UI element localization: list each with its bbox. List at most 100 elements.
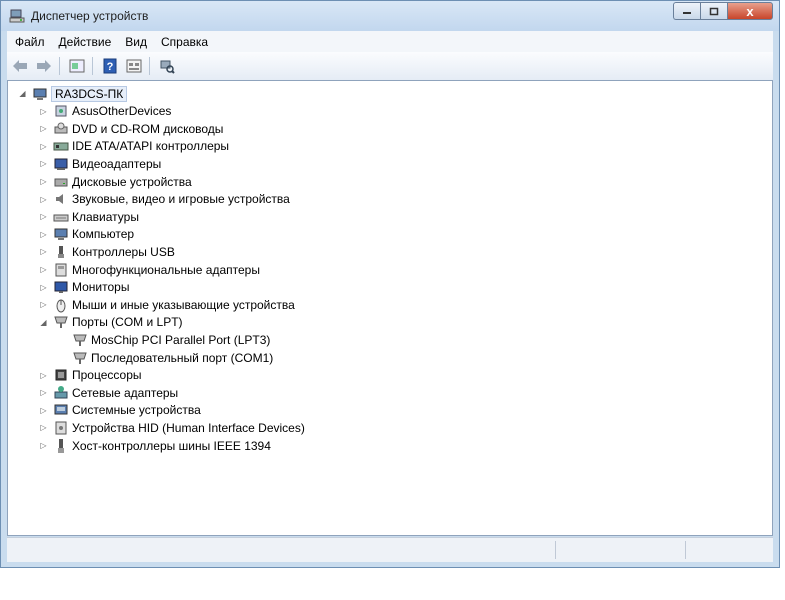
tree-node[interactable]: ▷ Звуковые, видео и игровые устройства (39, 191, 290, 208)
menu-help[interactable]: Справка (155, 35, 214, 49)
keyboard-icon (53, 209, 69, 225)
expand-arrow-icon[interactable]: ▷ (39, 107, 48, 116)
tree-node-label: Звуковые, видео и игровые устройства (72, 192, 290, 207)
tree-node[interactable]: ▷ Многофункциональные адаптеры (39, 261, 260, 278)
back-button[interactable] (9, 55, 31, 77)
tree-node-label: RA3DCS-ПК (51, 85, 128, 102)
network-adapter-icon (53, 385, 69, 401)
ide-controller-icon (53, 138, 69, 154)
ieee1394-icon (53, 438, 69, 454)
expand-arrow-icon[interactable]: ▷ (39, 230, 48, 239)
tree-child-node[interactable]: Последовательный порт (COM1) (58, 349, 273, 366)
tree-node[interactable]: ▷ DVD и CD-ROM дисководы (39, 120, 223, 137)
tree-node[interactable]: ▷ Компьютер (39, 226, 134, 243)
collapse-arrow-icon[interactable]: ◢ (18, 89, 27, 98)
port-icon (72, 332, 88, 348)
minimize-icon (683, 12, 691, 14)
tree-node[interactable]: ▷ Дисковые устройства (39, 173, 192, 190)
tree-node[interactable]: ▷ Системные устройства (39, 402, 201, 419)
computer-icon (53, 226, 69, 242)
tree-node[interactable]: ▷ Контроллеры USB (39, 243, 174, 260)
tree-node[interactable]: ▷ Хост-контроллеры шины IEEE 1394 (39, 437, 271, 454)
status-divider (685, 541, 686, 559)
menu-bar: Файл Действие Вид Справка (7, 31, 773, 52)
tree-node-label: Системные устройства (72, 403, 201, 418)
maximize-button[interactable] (700, 2, 727, 20)
expand-arrow-icon[interactable]: ▷ (39, 423, 48, 432)
processor-icon (53, 367, 69, 383)
tree-node-label: Хост-контроллеры шины IEEE 1394 (72, 438, 271, 453)
tree-node-label: Устройства HID (Human Interface Devices) (72, 420, 305, 435)
tree-node[interactable]: ◢ Порты (COM и LPT) (39, 314, 183, 331)
computer-icon (32, 86, 48, 102)
tree-node-label: Компьютер (72, 227, 135, 242)
tree-node[interactable]: ▷ Устройства HID (Human Interface Devices… (39, 419, 305, 436)
toolbar-separator (59, 57, 60, 75)
tree-node-label: Дисковые устройства (72, 174, 192, 189)
toolbar-separator (149, 57, 150, 75)
close-button[interactable]: x (727, 2, 773, 20)
device-icon (53, 103, 69, 119)
tree-node[interactable]: ▷ Клавиатуры (39, 208, 139, 225)
tree-node[interactable]: ▷ IDE ATA/ATAPI контроллеры (39, 138, 229, 155)
tree-node[interactable]: ▷ Мониторы (39, 279, 129, 296)
back-icon (13, 60, 27, 72)
expand-arrow-icon[interactable]: ▷ (39, 142, 48, 151)
tree-root-computer[interactable]: ◢ RA3DCS-ПК (18, 85, 128, 102)
expand-arrow-icon[interactable]: ▷ (39, 441, 48, 450)
view-icon (126, 59, 142, 73)
help-icon: ? (103, 58, 117, 74)
tree-node-label: Клавиатуры (72, 209, 139, 224)
properties-button[interactable] (66, 55, 88, 77)
properties-icon (69, 59, 85, 73)
minimize-button[interactable] (673, 2, 700, 20)
scan-hardware-icon (160, 60, 175, 74)
view-button[interactable] (123, 55, 145, 77)
expand-arrow-icon[interactable]: ▷ (39, 388, 48, 397)
forward-button[interactable] (33, 55, 55, 77)
title-bar[interactable]: Диспетчер устройств x (1, 1, 779, 31)
expand-arrow-icon[interactable]: ▷ (39, 283, 48, 292)
tree-node[interactable]: ▷ Видеоадаптеры (39, 155, 161, 172)
tree-node[interactable]: ▷ Процессоры (39, 367, 142, 384)
expand-arrow-icon[interactable]: ▷ (39, 300, 48, 309)
device-manager-window: Диспетчер устройств x Файл Действие Вид … (0, 0, 780, 568)
svg-text:?: ? (107, 61, 114, 73)
expand-arrow-icon[interactable]: ▷ (39, 406, 48, 415)
menu-file[interactable]: Файл (9, 35, 51, 49)
tree-node-label: IDE ATA/ATAPI контроллеры (72, 139, 230, 154)
expand-arrow-icon[interactable]: ▷ (39, 195, 48, 204)
expand-arrow-icon[interactable]: ▷ (39, 371, 48, 380)
expand-arrow-icon[interactable]: ▷ (39, 159, 48, 168)
tree-node-label: DVD и CD-ROM дисководы (72, 121, 224, 136)
multifunction-adapter-icon (53, 262, 69, 278)
tree-node-label: Сетевые адаптеры (72, 385, 179, 400)
expand-arrow-icon[interactable]: ▷ (39, 124, 48, 133)
scan-hardware-button[interactable] (156, 55, 178, 77)
tree-node-label: Порты (COM и LPT) (72, 315, 183, 330)
expand-arrow-icon[interactable]: ▷ (39, 177, 48, 186)
tree-node-label: Мыши и иные указывающие устройства (72, 297, 295, 312)
tree-node[interactable]: ▷ Сетевые адаптеры (39, 384, 178, 401)
device-manager-app-icon (9, 8, 25, 24)
collapse-arrow-icon[interactable]: ◢ (39, 318, 48, 327)
display-adapter-icon (53, 156, 69, 172)
tree-node-label: AsusOtherDevices (72, 104, 172, 119)
window-controls: x (673, 2, 773, 22)
tree-node-label: Видеоадаптеры (72, 156, 162, 171)
tree-child-node[interactable]: MosChip PCI Parallel Port (LPT3) (58, 331, 270, 348)
tree-node[interactable]: ▷ Мыши и иные указывающие устройства (39, 296, 295, 313)
expand-arrow-icon[interactable]: ▷ (39, 212, 48, 221)
port-icon (72, 350, 88, 366)
status-divider (555, 541, 556, 559)
device-tree[interactable]: ◢ RA3DCS-ПК ▷ AsusOtherDevices ▷ DVD и CD-ROM… (7, 80, 773, 536)
tree-node-label: Процессоры (72, 368, 142, 383)
tree-node[interactable]: ▷ AsusOtherDevices (39, 103, 171, 120)
expand-arrow-icon[interactable]: ▷ (39, 247, 48, 256)
expand-arrow-icon[interactable]: ▷ (39, 265, 48, 274)
tree-node-label: Мониторы (72, 280, 130, 295)
help-button[interactable]: ? (99, 55, 121, 77)
hid-icon (53, 420, 69, 436)
menu-action[interactable]: Действие (53, 35, 118, 49)
menu-view[interactable]: Вид (119, 35, 153, 49)
